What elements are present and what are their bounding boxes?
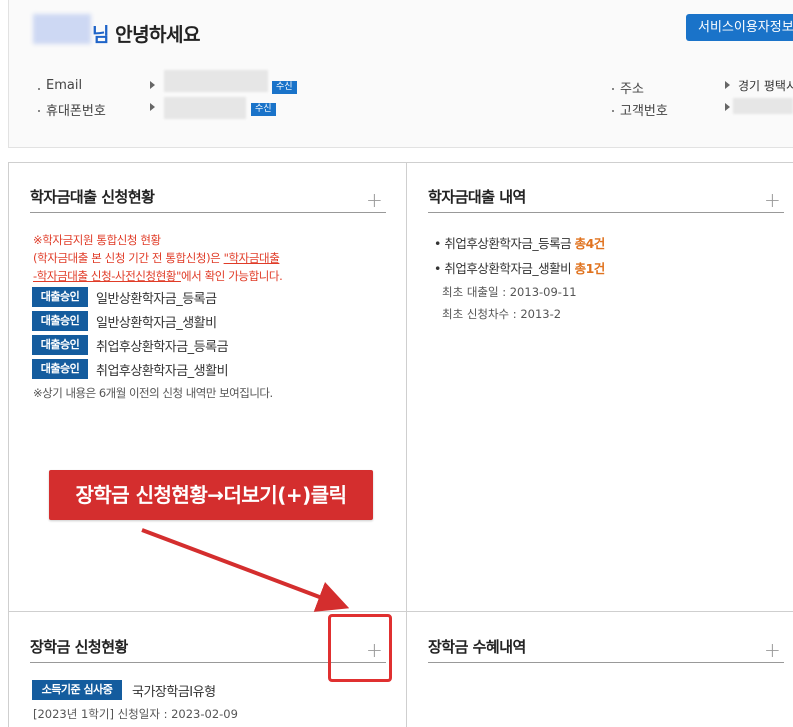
annotation-arrow-icon [141,528,350,612]
more-button-highlight [328,614,392,682]
